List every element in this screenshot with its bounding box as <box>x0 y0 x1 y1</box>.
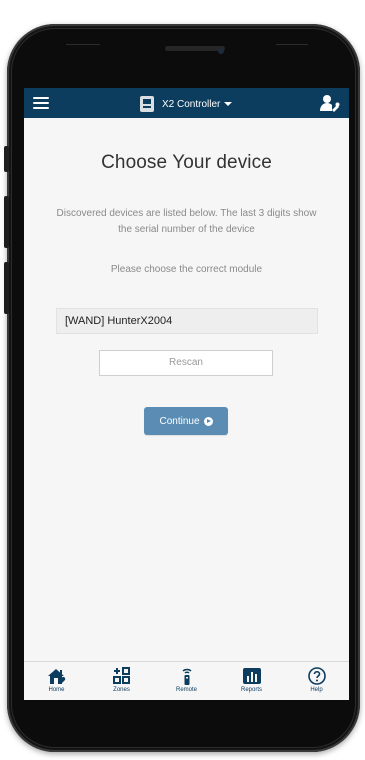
nav-item-reports[interactable]: Reports <box>219 662 284 700</box>
device-list-item[interactable]: [WAND] HunterX2004 <box>56 308 318 334</box>
top-bar: X2 Controller <box>24 88 349 118</box>
phone-side-button <box>4 146 9 172</box>
phone-edge-line <box>276 44 308 45</box>
app-screen: X2 Controller Choose Your device Discove… <box>24 88 349 700</box>
instruction-text: Please choose the correct module <box>110 264 263 275</box>
nav-label-reports: Reports <box>240 687 262 693</box>
phone-volume-up-button <box>4 196 9 248</box>
nav-item-home[interactable]: Home <box>24 662 89 700</box>
controller-selector[interactable]: X2 Controller <box>140 95 233 113</box>
nav-item-zones[interactable]: Zones <box>89 662 154 700</box>
caret-down-icon <box>224 102 233 106</box>
nav-item-help[interactable]: Help <box>284 662 349 700</box>
remote-icon <box>181 668 192 685</box>
reports-icon <box>242 668 261 684</box>
controller-title: X2 Controller <box>162 98 221 110</box>
phone-volume-down-button <box>4 262 9 314</box>
phone-speaker <box>165 46 225 51</box>
phone-edge-line <box>66 44 100 45</box>
nav-label-help: Help <box>310 687 323 693</box>
arrow-right-circle-icon <box>203 416 213 426</box>
nav-label-remote: Remote <box>175 687 197 693</box>
nav-label-home: Home <box>48 687 65 693</box>
zones-icon <box>112 667 130 684</box>
continue-label: Continue <box>159 415 200 427</box>
controller-icon <box>140 96 154 112</box>
nav-label-zones: Zones <box>113 687 130 693</box>
user-settings-icon[interactable] <box>320 94 340 112</box>
continue-button[interactable]: Continue <box>144 407 228 435</box>
nav-item-remote[interactable]: Remote <box>154 662 219 700</box>
home-icon <box>47 669 65 684</box>
page-description: Discovered devices are listed below. The… <box>56 208 317 235</box>
bottom-nav: Home Zones Remote Reports Help <box>24 661 349 700</box>
help-icon <box>307 667 326 685</box>
phone-camera <box>218 48 224 54</box>
hamburger-icon[interactable] <box>33 97 49 109</box>
rescan-button[interactable]: Rescan <box>99 350 273 376</box>
page-title: Choose Your device <box>101 152 272 173</box>
